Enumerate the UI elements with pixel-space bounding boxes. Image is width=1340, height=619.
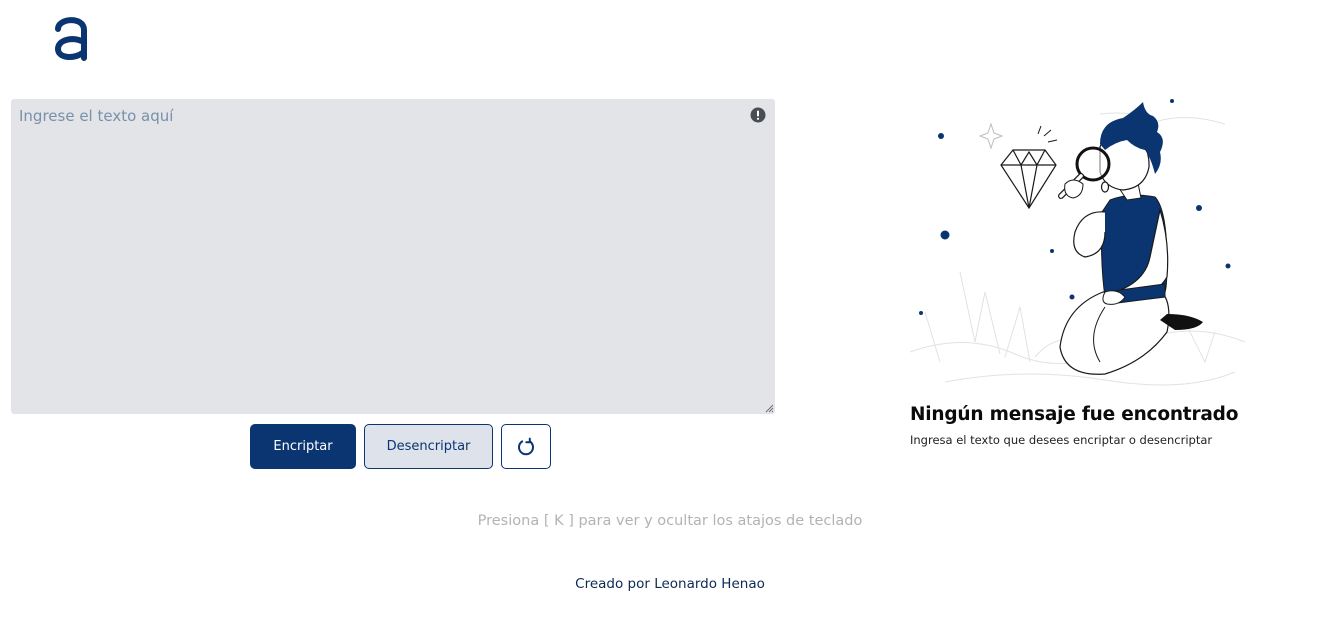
person-with-magnifying-glass-illustration <box>909 99 1246 386</box>
exclamation-circle-icon[interactable] <box>750 107 766 123</box>
text-editor <box>11 99 775 414</box>
empty-state-subtitle: Ingresa el texto que desees encriptar o … <box>910 433 1213 447</box>
encrypt-button[interactable]: Encriptar <box>250 424 356 469</box>
message-input[interactable] <box>11 99 775 414</box>
page: Encriptar Desencriptar <box>0 0 1340 619</box>
empty-state-title: Ningún mensaje fue encontrado <box>910 404 1239 425</box>
footer-credit: Creado por Leonardo Henao <box>575 576 765 592</box>
refresh-icon <box>518 437 534 455</box>
keyboard-shortcut-hint: Presiona [ K ] para ver y ocultar los at… <box>477 513 863 529</box>
reset-button[interactable] <box>501 424 551 469</box>
brand-logo-icon[interactable] <box>52 12 90 62</box>
decrypt-button[interactable]: Desencriptar <box>364 424 493 469</box>
resize-handle-icon[interactable] <box>764 403 774 413</box>
